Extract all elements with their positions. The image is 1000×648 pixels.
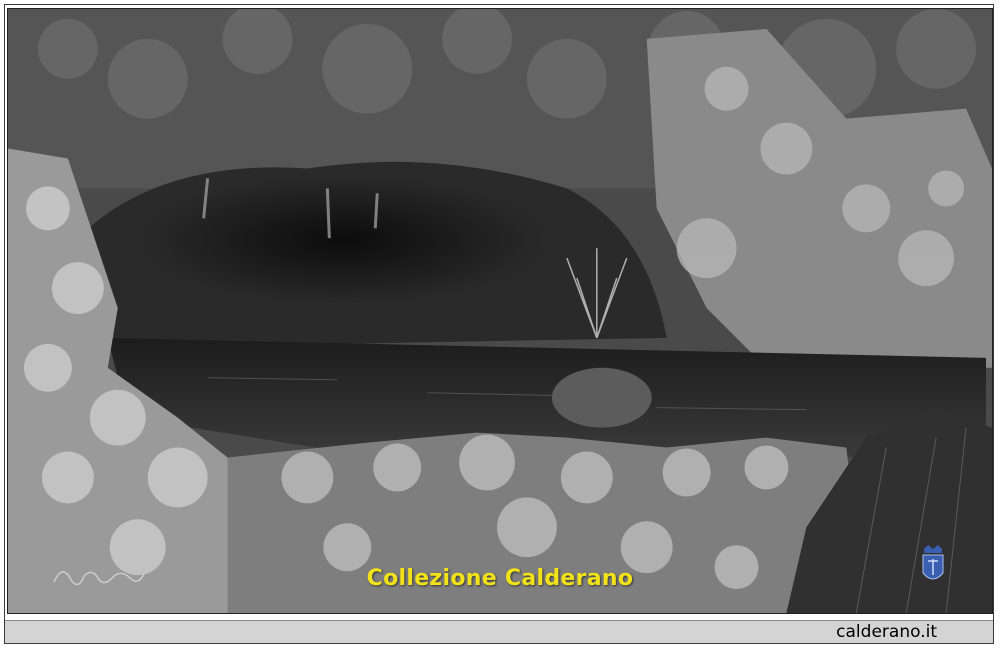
site-link[interactable]: calderano.it [836,622,937,642]
footer-bar: calderano.it [5,620,993,643]
grotto-scene [8,9,992,613]
collection-caption: Collezione Calderano [366,566,634,591]
crest-icon [922,545,944,580]
photograph [7,8,993,614]
